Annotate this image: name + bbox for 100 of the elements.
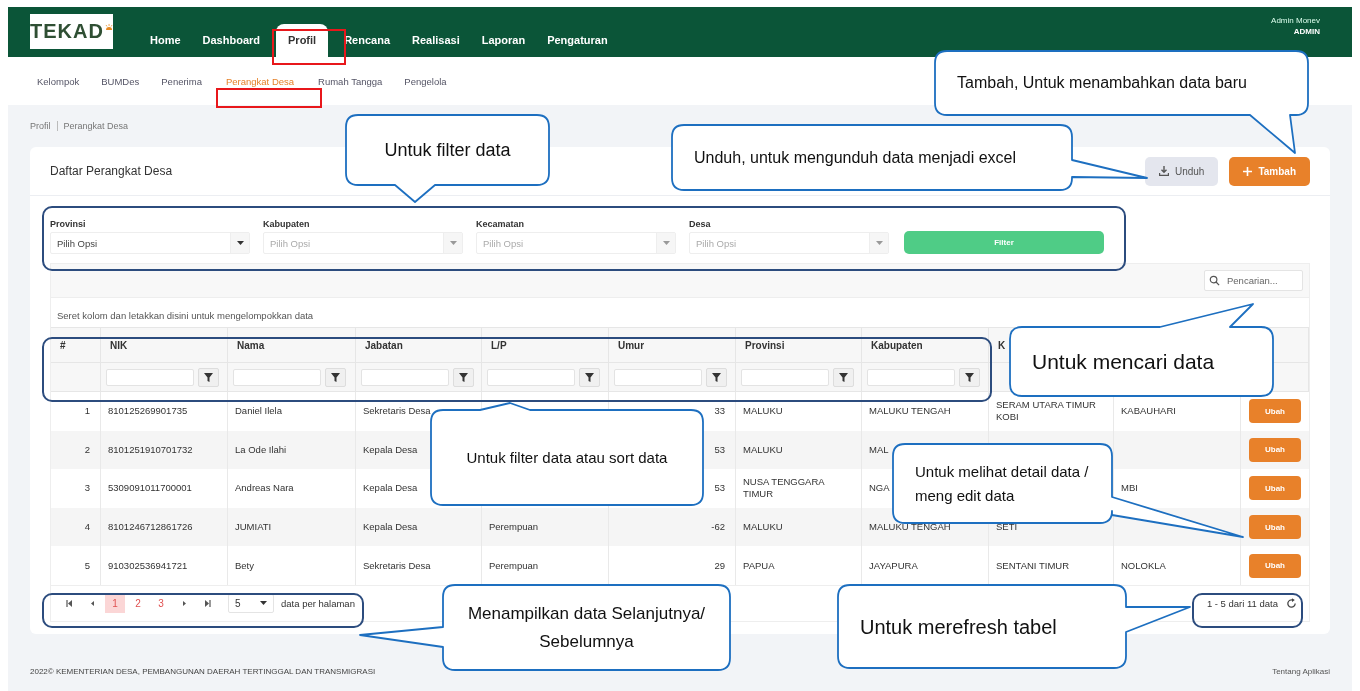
funnel-icon — [459, 372, 468, 382]
column-filter-input[interactable] — [867, 368, 955, 386]
page-size-select[interactable]: 5 — [228, 593, 274, 613]
column-filter-input[interactable] — [614, 368, 702, 386]
table-cell: Kepala Desa — [363, 482, 418, 495]
table-cell: MAL — [869, 443, 889, 456]
user-role: ADMIN — [1293, 26, 1320, 37]
caret-icon — [875, 241, 883, 245]
callout-text: Unduh, untuk mengunduh data menjadi excel — [694, 147, 1016, 168]
callout-text: Untuk merefresh tabel — [860, 614, 1057, 640]
table-cell: Sekretaris Desa — [363, 405, 431, 418]
page-info: 1 - 5 dari 11 data — [1206, 597, 1278, 609]
logo: TEKAD — [30, 14, 113, 49]
table-cell: 5 — [84, 559, 90, 572]
funnel-icon — [585, 372, 594, 382]
column-filter-input[interactable] — [106, 368, 194, 386]
table-cell: MALUKU — [743, 521, 783, 534]
funnel-icon — [839, 372, 848, 382]
sub-tab[interactable]: BUMDes — [90, 75, 151, 87]
table-cell: 8101251910701732 — [108, 443, 193, 456]
select-field: Pilih Opsi — [689, 232, 889, 254]
table-cell: 5309091011700001 — [108, 482, 192, 495]
page-size-label: data per halaman — [281, 597, 355, 609]
plus-icon — [1243, 166, 1253, 176]
table-cell: MALUKU — [743, 405, 783, 418]
column-filter-input[interactable] — [361, 368, 449, 386]
filter-label: Provinsi — [50, 219, 87, 229]
table-cell: Andreas Nara — [235, 482, 294, 495]
caret-icon — [236, 241, 244, 245]
filter-toggle-button[interactable] — [325, 367, 346, 387]
table-cell: MALUKU — [743, 443, 783, 456]
copyright-text: 2022© KEMENTERIAN DESA, PEMBANGUNAN DAERAH TERTINGGAL DAN TRANSMIGRASI — [30, 666, 376, 676]
group-panel-hint: Seret kolom dan letakkan disini untuk mengelompokkan data — [57, 310, 314, 321]
nav-tab[interactable]: Laporan — [470, 24, 537, 57]
first-page-icon — [65, 599, 73, 607]
callout-text: Menampilkan data Selanjutnya/ Sebelumnya — [466, 603, 707, 653]
breadcrumb-item[interactable]: Profil — [30, 121, 51, 131]
funnel-icon — [965, 372, 974, 382]
column-header[interactable]: K — [998, 339, 1006, 351]
table-cell: Perempuan — [489, 521, 539, 534]
filter-toggle-button[interactable] — [579, 367, 600, 387]
column-filter-input[interactable] — [487, 368, 575, 386]
callout-text: Untuk filter data — [384, 138, 511, 162]
breadcrumb-item: Perangkat Desa — [56, 121, 129, 131]
nav-tab[interactable]: Dashboard — [191, 24, 272, 57]
select-field[interactable]: Pilih Opsi — [50, 232, 250, 254]
sub-tab[interactable]: Penerima — [150, 75, 213, 87]
column-header[interactable]: Jabatan — [365, 339, 403, 351]
about-link[interactable]: Tentang Aplikasi — [1272, 666, 1330, 676]
table-cell: Kepala Desa — [363, 443, 418, 456]
table-cell: 810125269901735 — [108, 405, 188, 418]
table-cell: MBI — [1121, 482, 1138, 495]
column-filter-input[interactable] — [233, 368, 321, 386]
table-cell: KABAUHARI — [1121, 405, 1176, 418]
table-cell: 3 — [84, 482, 90, 495]
sub-tab[interactable]: Kelompok — [26, 75, 91, 87]
filter-toggle-button[interactable] — [959, 367, 980, 387]
filter-label: Kabupaten — [263, 219, 311, 229]
filter-toggle-button[interactable] — [706, 367, 727, 387]
search-field[interactable]: Pencarian... — [1204, 270, 1303, 291]
nav-tab[interactable]: Realisasi — [401, 24, 471, 57]
last-page-icon — [203, 599, 211, 607]
column-filter-input[interactable] — [741, 368, 829, 386]
table-cell: 33 — [714, 405, 725, 418]
funnel-icon — [331, 372, 340, 382]
column-header[interactable]: Nama — [237, 339, 265, 351]
nav-tab[interactable]: Home — [139, 24, 192, 57]
column-header[interactable]: Umur — [618, 339, 645, 351]
table-cell: 4 — [84, 521, 90, 534]
user-name: Admin Monev — [1271, 15, 1320, 26]
column-header[interactable]: # — [60, 339, 66, 351]
callout-text: Untuk mencari data — [1032, 348, 1215, 375]
funnel-icon — [204, 372, 213, 382]
page-button[interactable]: 3 — [151, 593, 171, 614]
page-button[interactable]: 2 — [128, 593, 148, 614]
nav-tab[interactable]: Profil — [276, 24, 329, 57]
column-header[interactable]: L/P — [491, 339, 507, 351]
table-cell: MALUKU TENGAH — [869, 405, 951, 418]
table-cell: Sekretaris Desa — [363, 559, 431, 572]
filter-toggle-button[interactable] — [198, 367, 219, 387]
column-header[interactable]: Provinsi — [745, 339, 785, 351]
table-cell: 53 — [714, 443, 725, 456]
filter-toggle-button[interactable] — [833, 367, 854, 387]
table-cell: JUMIATI — [235, 521, 272, 534]
table-cell: NOLOKLA — [1121, 559, 1166, 572]
column-header[interactable]: Kabupaten — [871, 339, 923, 351]
caret-icon — [662, 241, 670, 245]
download-button[interactable]: Unduh — [1144, 156, 1219, 186]
table-cell: Daniel Ilela — [235, 405, 282, 418]
column-header[interactable]: NIK — [110, 339, 128, 351]
table-cell-text: SERAM UTARA TIMUR KOBI — [996, 399, 1097, 424]
filter-toggle-button[interactable] — [453, 367, 474, 387]
nav-tab[interactable]: Pengaturan — [536, 24, 619, 57]
search-icon — [1209, 275, 1220, 286]
sub-tab[interactable]: Rumah Tangga — [307, 75, 394, 87]
table-cell: 2 — [84, 443, 90, 456]
callout-text: Untuk filter data atau sort data — [466, 447, 668, 468]
caret-icon — [260, 601, 267, 606]
table-cell: 910302536941721 — [108, 559, 188, 572]
sub-tab[interactable]: Pengelola — [393, 75, 458, 87]
